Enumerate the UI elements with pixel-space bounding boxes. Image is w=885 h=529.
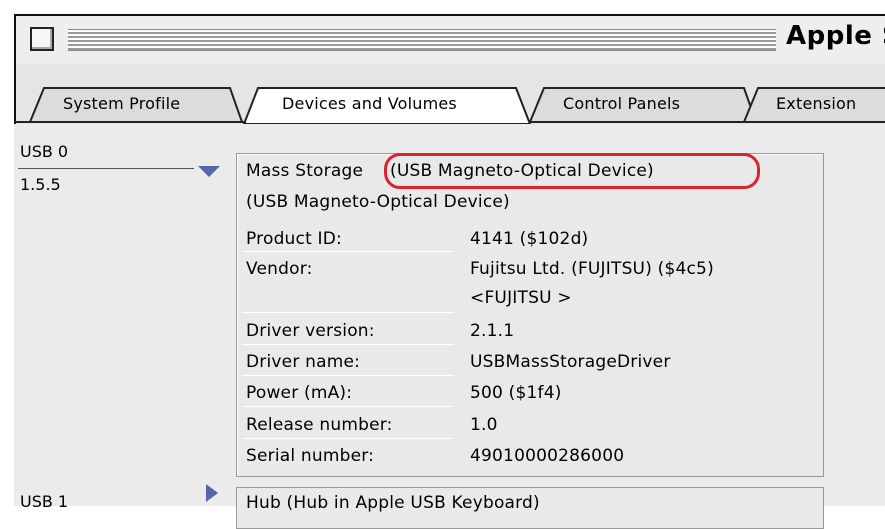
prop-value-serial-number: 49010000286000 — [470, 446, 625, 466]
row-divider — [242, 406, 454, 407]
prop-value-power: 500 ($1f4) — [470, 383, 562, 403]
prop-value-product-id: 4141 ($102d) — [470, 229, 589, 249]
red-highlight-annotation — [384, 153, 760, 189]
tab-extensions[interactable]: Extension — [776, 94, 856, 113]
prop-label-power: Power (mA): — [246, 383, 353, 403]
next-bus-label: USB 1 — [20, 492, 69, 511]
disclosure-triangle-collapsed-icon[interactable] — [206, 484, 218, 502]
prop-label-serial-number: Serial number: — [246, 446, 375, 466]
prop-value-vendor-string: <FUJITSU > — [470, 288, 572, 308]
prop-label-product-id: Product ID: — [246, 229, 342, 249]
prop-label-vendor: Vendor: — [246, 259, 313, 279]
tab-devices-and-volumes[interactable]: Devices and Volumes — [282, 94, 457, 113]
tab-system-profile[interactable]: System Profile — [63, 94, 180, 113]
prop-value-vendor: Fujitsu Ltd. (FUJITSU) ($4c5) — [470, 259, 714, 279]
device-title-prefix: Mass Storage — [246, 161, 364, 181]
device-subtitle: (USB Magneto-Optical Device) — [246, 192, 510, 212]
prop-value-driver-version: 2.1.1 — [470, 321, 515, 341]
prop-label-driver-version: Driver version: — [246, 321, 375, 341]
bus-divider — [18, 168, 194, 169]
bus-version: 1.5.5 — [20, 175, 61, 194]
prop-label-release-number: Release number: — [246, 415, 393, 435]
next-device-title: Hub (Hub in Apple USB Keyboard) — [246, 493, 540, 513]
bus-label: USB 0 — [20, 142, 69, 161]
row-divider — [242, 375, 454, 376]
prop-value-release-number: 1.0 — [470, 415, 498, 435]
row-divider — [242, 312, 454, 313]
prop-value-driver-name: USBMassStorageDriver — [470, 352, 671, 372]
apple-system-profiler-window: Apple S System Profile Devices and Volum… — [0, 0, 885, 529]
prop-label-driver-name: Driver name: — [246, 352, 361, 372]
disclosure-triangle-expanded-icon[interactable] — [198, 166, 220, 177]
row-divider — [242, 251, 454, 252]
tab-control-panels[interactable]: Control Panels — [563, 94, 680, 113]
row-divider — [242, 438, 454, 439]
row-divider — [242, 344, 454, 345]
